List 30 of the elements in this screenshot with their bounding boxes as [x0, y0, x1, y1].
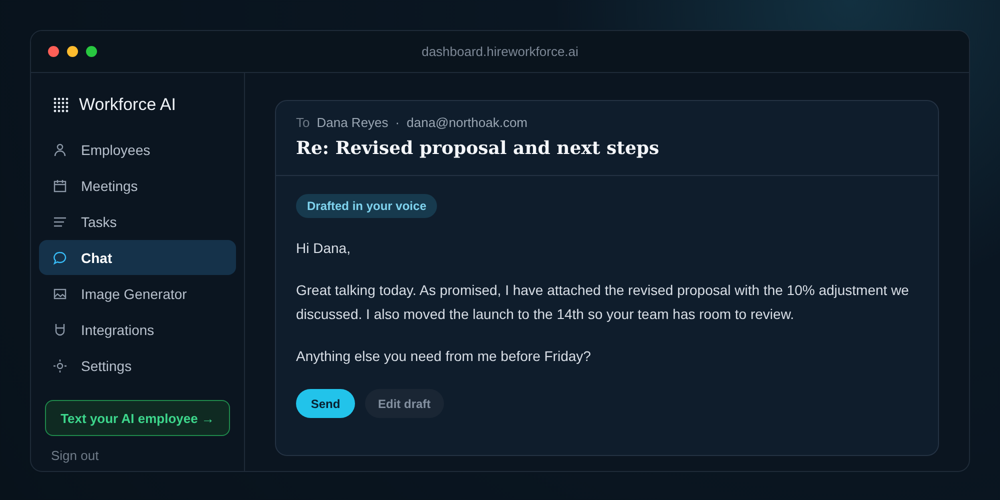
text-ai-employee-button[interactable]: Text your AI employee → — [45, 400, 230, 436]
nav-item[interactable]: Employees — [39, 132, 236, 168]
recipient-name: Dana Reyes — [316, 115, 388, 130]
recipient-email: dana@northoak.com — [406, 115, 528, 130]
close-light-icon[interactable] — [48, 46, 59, 57]
nav-item[interactable]: Image Generator — [39, 276, 236, 312]
send-button[interactable]: Send — [296, 389, 355, 418]
nav-item[interactable]: Tasks — [39, 204, 236, 240]
minimize-light-icon[interactable] — [67, 46, 78, 57]
nav-item[interactable]: Integrations — [39, 312, 236, 348]
edit-draft-button[interactable]: Edit draft — [365, 389, 444, 418]
calendar-icon — [52, 178, 68, 194]
email-paragraph: Hi Dana, — [296, 239, 350, 258]
sign-out-link[interactable]: Sign out — [39, 436, 236, 463]
person-icon — [52, 142, 68, 158]
to-label: To — [296, 115, 310, 130]
nav-item[interactable]: Settings — [39, 348, 236, 384]
brand-name: Workforce AI — [79, 94, 176, 115]
zoom-light-icon[interactable] — [86, 46, 97, 57]
drafted-badge: Drafted in your voice — [296, 194, 438, 218]
chat-icon — [52, 250, 68, 266]
nav-item[interactable]: Meetings — [39, 168, 236, 204]
nav-item[interactable]: Chat — [39, 240, 236, 276]
email-paragraph: Great talking today. As promised, I have attached the revised proposal with the 10% adjustment we discussed. I also moved the launch to the 14th so your team has room to review. — [296, 281, 910, 324]
separator-dot: · — [395, 115, 400, 130]
email-paragraph: Anything else you need from me before Friday? — [296, 347, 591, 366]
sun-icon — [52, 358, 68, 374]
address-text: dashboard.hireworkforce.ai — [422, 44, 578, 59]
grid-dots-icon — [53, 96, 69, 113]
email-subject: Re: Revised proposal and next steps — [296, 138, 660, 159]
